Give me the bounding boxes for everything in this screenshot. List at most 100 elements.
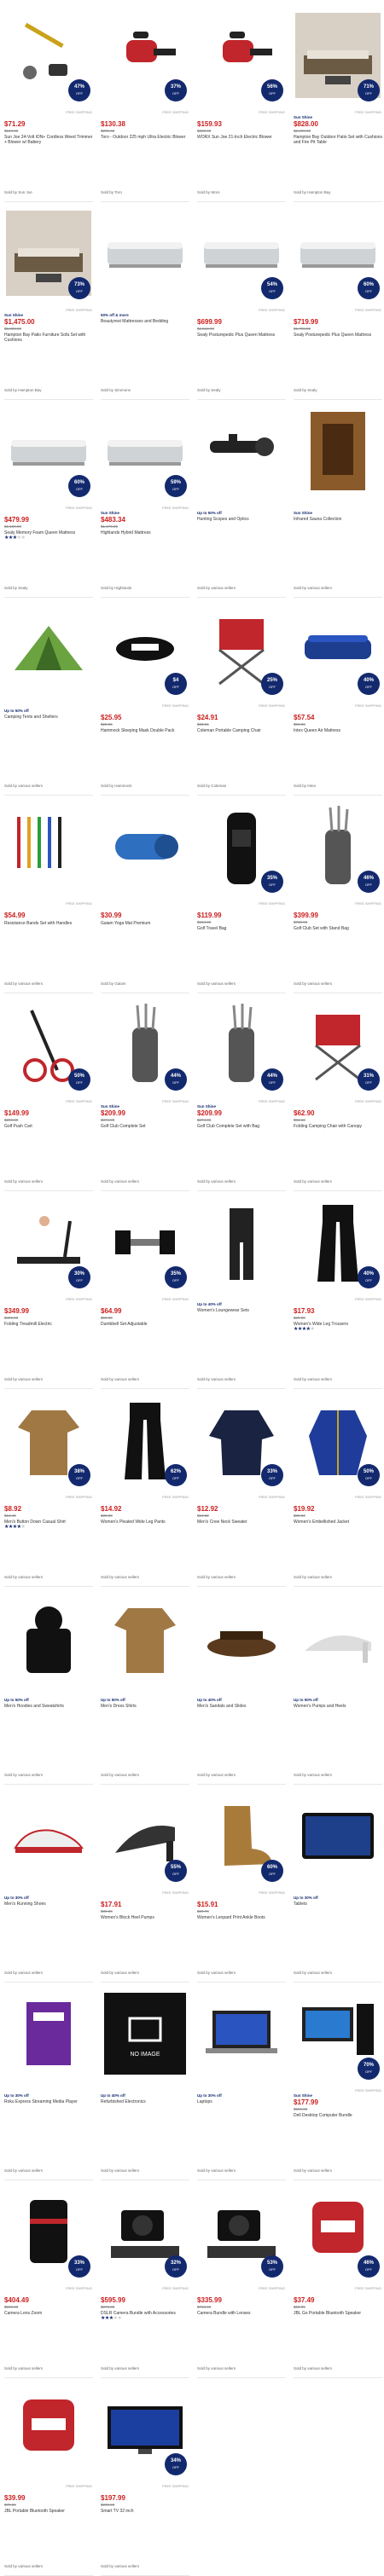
product-title[interactable]: Sun Joe 24-Volt iON+ Cordless Weed Trimm…	[4, 135, 93, 145]
product-title[interactable]: Resistance Bands Set with Handles	[4, 921, 93, 926]
product-image[interactable]	[101, 798, 189, 895]
product-title[interactable]: Hampton Bay Patio Furniture Sofa Set wit…	[4, 333, 93, 343]
product-card[interactable]: 60% OFF FREE SHIPPING $15.91 $39.78 Women's L…	[197, 1785, 286, 1983]
product-title[interactable]: JBL Portable Bluetooth Speaker	[4, 2509, 93, 2514]
product-card[interactable]: Up to 50% off Men's Dress Shirts Sold by v…	[101, 1587, 189, 1785]
product-card[interactable]: Up to 50% off Camping Tents and Shelters S…	[4, 598, 93, 796]
product-image[interactable]: 53% OFF	[197, 2183, 286, 2280]
product-card[interactable]: Up to 30% off Roku Express Streaming Medi…	[4, 1983, 93, 2180]
product-card[interactable]: 32% OFF FREE SHIPPING $595.99 $876.00 DSLR Ca…	[101, 2180, 189, 2378]
product-title[interactable]: Folding Camping Chair with Canopy	[294, 1124, 382, 1129]
product-title[interactable]: Golf Travel Bag	[197, 926, 286, 931]
product-image[interactable]: 62% OFF	[101, 1392, 189, 1489]
product-title[interactable]: Highlands Hybrid Mattress	[101, 530, 189, 535]
product-image[interactable]	[101, 205, 189, 302]
product-image[interactable]: 30% OFF	[4, 1194, 93, 1291]
product-card[interactable]: Up to 40% off Women's Loungewear Sets Sold…	[197, 1191, 286, 1389]
product-image[interactable]: 70% OFF	[294, 1985, 382, 2082]
product-title[interactable]: Hammock Sleeping Mask Double Pack	[101, 728, 189, 733]
product-title[interactable]: Women's Embellished Jacket	[294, 1520, 382, 1525]
product-card[interactable]: Sun Shine Infrared Sauna Collection Sold b…	[294, 400, 382, 598]
product-card[interactable]: 40% OFF FREE SHIPPING $17.93 $29.88 Women's W…	[294, 1191, 382, 1389]
product-image[interactable]: 50% OFF	[4, 996, 93, 1093]
product-card[interactable]: $4 OFF FREE SHIPPING $25.95 $29.95 Hammock Sl…	[101, 598, 189, 796]
product-card[interactable]: 30% OFF FREE SHIPPING $349.99 $499.99 Folding…	[4, 1191, 93, 1389]
product-title[interactable]: Refurbished Electronics	[101, 2099, 189, 2104]
product-title[interactable]: Laptops	[197, 2099, 286, 2104]
product-card[interactable]: 33% OFF FREE SHIPPING $12.92 $19.32 Men's Cre…	[197, 1389, 286, 1587]
product-title[interactable]: Sealy Posturepedic Plus Queen Mattress	[197, 333, 286, 338]
product-title[interactable]: Hampton Bay Outdoor Patio Set with Cushi…	[294, 135, 382, 145]
product-image[interactable]: 35% OFF	[197, 798, 286, 895]
product-title[interactable]: Intex Queen Air Mattress	[294, 728, 382, 733]
product-title[interactable]: Smart TV 32 inch	[101, 2509, 189, 2514]
product-card[interactable]: FREE SHIPPING $54.99 Resistance Bands Set …	[4, 796, 93, 993]
product-title[interactable]: Men's Dress Shirts	[101, 1704, 189, 1709]
product-title[interactable]: Golf Club Complete Set	[101, 1124, 189, 1129]
product-title[interactable]: Roku Express Streaming Media Player	[4, 2099, 93, 2104]
product-title[interactable]: Women's Block Heel Pumps	[101, 1915, 189, 1920]
product-card[interactable]: Up to 50% off Hunting Scopes and Optics So…	[197, 400, 286, 598]
product-title[interactable]: Men's Crew Neck Sweater	[197, 1520, 286, 1525]
product-image[interactable]	[294, 402, 382, 500]
product-card[interactable]: Up to 50% off Men's Hoodies and Sweatshir…	[4, 1587, 93, 1785]
product-card[interactable]: 44% OFF FREE SHIPPING Sun Shine $209.99 $374.…	[101, 993, 189, 1191]
product-image[interactable]	[197, 1194, 286, 1291]
product-card[interactable]: 50% off & more Beautyrest Mattresses and …	[101, 202, 189, 400]
product-card[interactable]: 35% OFF FREE SHIPPING $64.99 $99.99 Dumbbell …	[101, 1191, 189, 1389]
product-image[interactable]: 46% OFF	[294, 798, 382, 895]
product-image[interactable]: 46% OFF	[294, 2183, 382, 2280]
product-card[interactable]: 53% OFF FREE SHIPPING $335.99 $718.99 Camera …	[197, 2180, 286, 2378]
product-card[interactable]: 50% OFF FREE SHIPPING $149.99 $299.99 Golf Pu…	[4, 993, 93, 1191]
product-title[interactable]: Gaiam Yoga Mat Premium	[101, 921, 189, 926]
product-title[interactable]: Dumbbell Set Adjustable	[101, 1322, 189, 1327]
product-image[interactable]: 59% OFF	[101, 402, 189, 500]
product-card[interactable]: 70% OFF FREE SHIPPING Sun Shine $177.99 $599.…	[294, 1983, 382, 2180]
product-card[interactable]: 33% OFF FREE SHIPPING $404.49 $599.00 Camera …	[4, 2180, 93, 2378]
product-image[interactable]	[4, 2381, 93, 2478]
product-card[interactable]: Up to 30% off Tablets Sold by various sell…	[294, 1785, 382, 1983]
product-card[interactable]: 71% OFF FREE SHIPPING Sun Shine $828.00 $2,89…	[294, 4, 382, 202]
product-title[interactable]: Camera Bundle with Lenses	[197, 2311, 286, 2316]
product-title[interactable]: JBL Go Portable Bluetooth Speaker	[294, 2311, 382, 2316]
product-title[interactable]: Golf Club Set with Stand Bag	[294, 926, 382, 931]
product-title[interactable]: Men's Running Shoes	[4, 1902, 93, 1907]
product-image[interactable]: 40% OFF	[294, 600, 382, 698]
product-title[interactable]: Golf Push Cart	[4, 1124, 93, 1129]
product-card[interactable]: NO IMAGE Up to 40% off Refurbished Electro…	[101, 1983, 189, 2180]
product-image[interactable]: 47% OFF	[4, 7, 93, 104]
product-title[interactable]: Camping Tents and Shelters	[4, 715, 93, 720]
product-card[interactable]: $30.99 Gaiam Yoga Mat Premium Sold by Gaia…	[101, 796, 189, 993]
product-title[interactable]: Men's Sandals and Slides	[197, 1704, 286, 1709]
product-card[interactable]: 46% OFF FREE SHIPPING $399.99 $739.99 Golf Cl…	[294, 796, 382, 993]
product-image[interactable]	[197, 402, 286, 500]
product-image[interactable]: 35% OFF	[101, 1194, 189, 1291]
product-image[interactable]	[294, 1589, 382, 1687]
product-image[interactable]: 73% OFF	[4, 205, 93, 302]
product-card[interactable]: 31% OFF FREE SHIPPING $62.90 $91.16 Folding C…	[294, 993, 382, 1191]
product-image[interactable]	[4, 1589, 93, 1687]
product-title[interactable]: Folding Treadmill Electric	[4, 1322, 93, 1327]
product-image[interactable]	[197, 1589, 286, 1687]
product-card[interactable]: 50% OFF FREE SHIPPING $19.92 $39.84 Women's E…	[294, 1389, 382, 1587]
product-image[interactable]: 40% OFF	[294, 1194, 382, 1291]
product-title[interactable]: Women's Loungewear Sets	[197, 1308, 286, 1313]
product-card[interactable]: Up to 30% off Laptops Sold by various sell…	[197, 1983, 286, 2180]
product-image[interactable]: $4 OFF	[101, 600, 189, 698]
product-title[interactable]: Toro - Outdoor 225 mph Ultra Electric Bl…	[101, 135, 189, 140]
product-title[interactable]: Hunting Scopes and Optics	[197, 517, 286, 522]
product-title[interactable]: Dell Desktop Computer Bundle	[294, 2113, 382, 2118]
product-image[interactable]: 60% OFF	[4, 402, 93, 500]
product-image[interactable]: 37% OFF	[101, 7, 189, 104]
product-title[interactable]: Women's Leopard Print Ankle Boots	[197, 1915, 286, 1920]
product-image[interactable]: NO IMAGE	[101, 1985, 189, 2082]
product-card[interactable]: 25% OFF FREE SHIPPING $24.91 $33.21 Coleman P…	[197, 598, 286, 796]
product-card[interactable]: 54% OFF FREE SHIPPING $699.99 $1,519.99 Sealy…	[197, 202, 286, 400]
product-card[interactable]: 62% OFF FREE SHIPPING $14.92 $39.00 Women's P…	[101, 1389, 189, 1587]
product-card[interactable]: 35% OFF FREE SHIPPING $119.99 $184.99 Golf Tr…	[197, 796, 286, 993]
product-title[interactable]: WORX Sun Joe 21-Inch Electric Blower	[197, 135, 286, 140]
product-image[interactable]	[4, 1985, 93, 2082]
product-card[interactable]: Up to 30% off Men's Running Shoes Sold by …	[4, 1785, 93, 1983]
product-title[interactable]: Infrared Sauna Collection	[294, 517, 382, 522]
product-image[interactable]: 55% OFF	[101, 1787, 189, 1884]
